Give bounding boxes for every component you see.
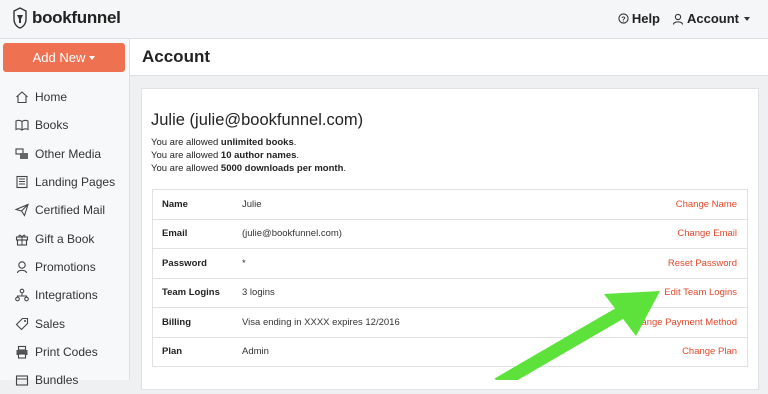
user-email-heading: (julie@bookfunnel.com) <box>189 111 364 129</box>
sidebar-item-label: Bundles <box>35 373 79 388</box>
row-value: * <box>242 257 246 269</box>
account-user-heading: Julie (julie@bookfunnel.com) <box>151 111 363 130</box>
chevron-down-icon <box>744 16 750 21</box>
logo-icon <box>12 7 28 29</box>
sidebar-item-label: Sales <box>35 316 66 331</box>
sidebar-item-certified-mail[interactable]: Certified Mail <box>0 196 129 224</box>
top-bar: bookfunnel ? Help Account <box>0 0 768 39</box>
tag-icon <box>15 317 29 330</box>
svg-text:?: ? <box>621 14 626 23</box>
row-label: Name <box>162 198 188 210</box>
logo-text: bookfunnel <box>32 8 121 27</box>
sidebar-item-label: Home <box>35 90 68 105</box>
landing-pages-icon <box>16 175 28 189</box>
sidebar-item-label: Certified Mail <box>35 203 106 218</box>
sidebar-item-print-codes[interactable]: Print Codes <box>0 338 129 366</box>
help-icon: ? <box>618 13 629 24</box>
media-icon <box>15 148 28 159</box>
sidebar-item-label: Promotions <box>35 259 96 274</box>
sidebar-item-label: Integrations <box>35 288 98 303</box>
change-plan-link[interactable]: Change Plan <box>682 346 737 357</box>
sidebar-item-sales[interactable]: Sales <box>0 309 129 337</box>
allowance-line: You are allowed 5000 downloads per month… <box>151 163 347 174</box>
chevron-down-icon <box>89 55 96 60</box>
home-icon <box>16 91 28 104</box>
printer-icon <box>16 345 28 359</box>
sidebar-item-label: Gift a Book <box>35 231 95 246</box>
book-icon <box>15 120 29 132</box>
user-first-name: Julie <box>151 111 185 129</box>
allowance-value: unlimited books <box>220 137 294 148</box>
row-label: Plan <box>162 346 183 358</box>
row-label: Email <box>162 228 188 240</box>
table-row: Email (julie@bookfunnel.com) Change Emai… <box>153 220 747 249</box>
change-email-link[interactable]: Change Email <box>677 228 737 239</box>
table-row: Team Logins 3 logins Edit Team Logins <box>153 279 747 308</box>
row-label: Password <box>162 257 207 269</box>
row-value: Julie <box>242 198 262 210</box>
row-value: Visa ending in XXXX expires 12/2016 <box>242 316 400 328</box>
sidebar-item-promotions[interactable]: Promotions <box>0 253 129 281</box>
add-new-label: Add New <box>32 50 86 65</box>
row-value: (julie@bookfunnel.com) <box>242 228 342 240</box>
allowance-prefix: You are allowed <box>151 163 219 174</box>
paper-plane-icon <box>15 203 29 218</box>
sidebar-item-label: Books <box>35 118 69 133</box>
integrations-icon <box>15 288 29 302</box>
help-label: Help <box>631 11 660 26</box>
change-payment-method-link[interactable]: Change Payment Method <box>629 317 737 328</box>
sidebar-item-other-media[interactable]: Other Media <box>0 140 129 168</box>
account-menu[interactable]: Account <box>672 11 750 26</box>
account-details-table: Name Julie Change Name Email (julie@book… <box>152 189 748 367</box>
allowance-value: 5000 downloads per month <box>220 163 344 174</box>
sidebar-nav: Home Books Other Media Landing Pages Cer… <box>0 83 129 394</box>
allowance-value: 10 author names <box>220 150 297 161</box>
sidebar-item-integrations[interactable]: Integrations <box>0 281 129 309</box>
help-link[interactable]: ? Help <box>618 11 660 26</box>
user-icon <box>672 13 684 25</box>
add-new-button[interactable]: Add New <box>3 43 125 72</box>
allowance-line: You are allowed 10 author names. <box>151 150 300 161</box>
sidebar-item-landing-pages[interactable]: Landing Pages <box>0 168 129 196</box>
change-name-link[interactable]: Change Name <box>676 199 737 210</box>
row-value: Admin <box>242 346 269 358</box>
main-header: Account <box>130 39 768 76</box>
row-label: Billing <box>162 316 192 328</box>
table-row: Plan Admin Change Plan <box>153 338 747 367</box>
row-value: 3 logins <box>242 287 275 299</box>
table-row: Billing Visa ending in XXXX expires 12/2… <box>153 308 747 338</box>
gift-icon <box>15 234 29 246</box>
sidebar-item-label: Landing Pages <box>35 175 116 190</box>
allowance-prefix: You are allowed <box>151 137 219 148</box>
promotions-icon <box>16 261 28 274</box>
sidebar-item-gift-a-book[interactable]: Gift a Book <box>0 224 129 252</box>
sidebar-item-label: Print Codes <box>35 344 98 359</box>
sidebar: Add New Home Books Other Media Landing P… <box>0 39 130 387</box>
edit-team-logins-link[interactable]: Edit Team Logins <box>664 287 737 298</box>
table-row: Password * Reset Password <box>153 249 747 279</box>
table-row: Name Julie Change Name <box>153 190 747 220</box>
reset-password-link[interactable]: Reset Password <box>668 258 737 269</box>
sidebar-item-books[interactable]: Books <box>0 111 129 139</box>
sidebar-item-label: Other Media <box>35 146 102 161</box>
page-title: Account <box>142 47 210 66</box>
bookfunnel-logo[interactable]: bookfunnel <box>12 7 121 29</box>
sidebar-item-home[interactable]: Home <box>0 83 129 111</box>
account-label: Account <box>687 11 739 26</box>
row-label: Team Logins <box>162 287 220 299</box>
allowance-prefix: You are allowed <box>151 150 219 161</box>
allowance-line: You are allowed unlimited books. <box>151 137 297 148</box>
bundles-icon <box>15 375 29 386</box>
account-card: Julie (julie@bookfunnel.com) You are all… <box>141 88 759 390</box>
